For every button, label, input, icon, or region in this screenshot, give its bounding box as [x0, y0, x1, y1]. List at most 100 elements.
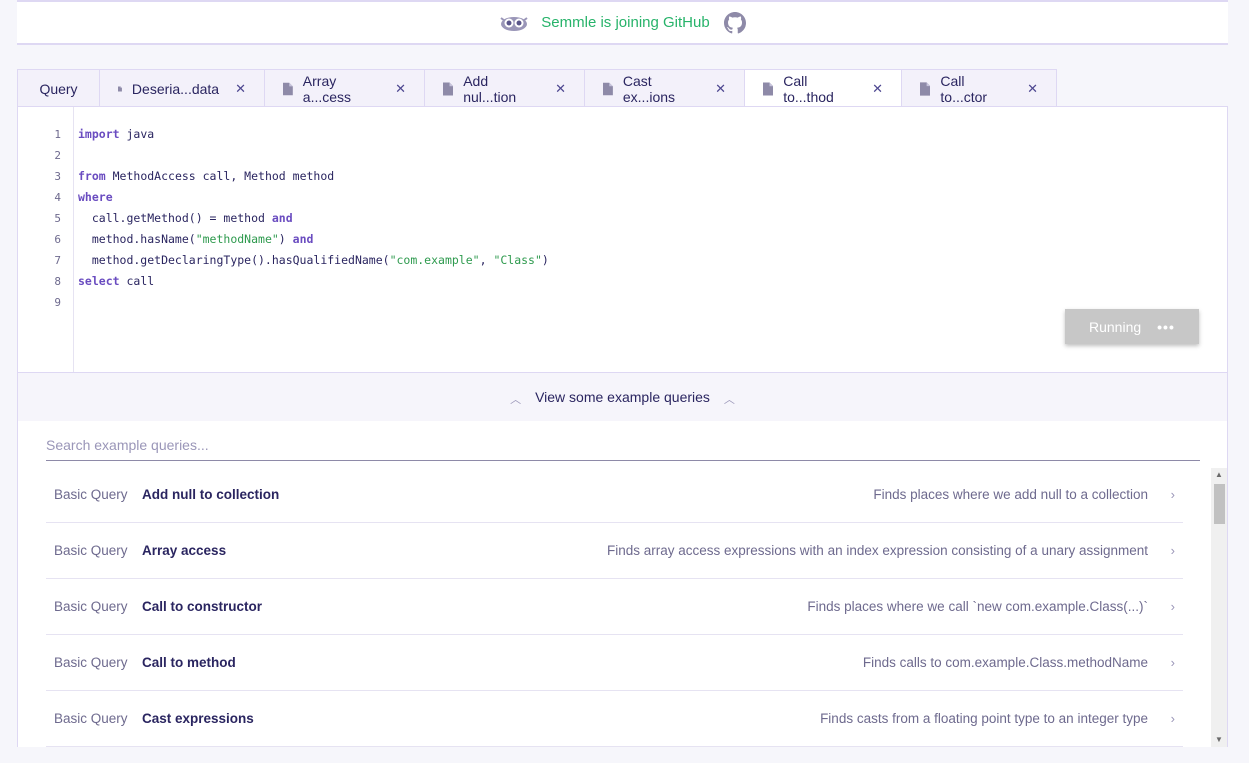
line-number: 8: [54, 275, 61, 288]
close-icon[interactable]: ✕: [715, 81, 726, 97]
banner-text[interactable]: Semmle is joining GitHub: [541, 14, 709, 31]
run-button-label: Running: [1089, 318, 1142, 335]
close-icon[interactable]: ✕: [395, 81, 406, 97]
github-icon[interactable]: [723, 11, 746, 34]
chevron-right-icon: ›: [1170, 655, 1175, 670]
close-icon[interactable]: ✕: [1027, 81, 1038, 97]
code-line[interactable]: method.hasName("methodName") and: [78, 232, 314, 246]
code-text: ): [541, 253, 549, 267]
example-query-row[interactable]: Basic Query Cast expressions Finds casts f…: [46, 691, 1183, 747]
tab-label: Call to...ctor: [940, 72, 988, 105]
code-line[interactable]: method.getDeclaringType().hasQualifiedNa…: [78, 253, 549, 267]
code-editor[interactable]: 1 2 3 4 5 6 7 8 9 import java from MethodAccess c…: [17, 106, 1228, 373]
scrollbar[interactable]: ▲ ▼: [1211, 468, 1227, 747]
code-keyword: where: [78, 190, 113, 204]
chevron-right-icon: ›: [1170, 487, 1175, 502]
tab-label: Query: [39, 80, 78, 97]
code-keyword: and: [292, 232, 314, 246]
code-keyword: from: [78, 169, 106, 183]
query-description: Finds places where we add null to a coll…: [873, 487, 1148, 502]
code-line[interactable]: where: [78, 190, 113, 204]
example-query-list: Basic Query Add null to collection Finds p…: [46, 467, 1183, 747]
query-name: Call to method: [142, 655, 236, 670]
tab-label: Add nul...tion: [463, 72, 517, 105]
example-queries-panel: ︿ View some example queries ︿ Search exa…: [17, 373, 1228, 747]
example-query-row[interactable]: Basic Query Call to constructor Finds plac…: [46, 579, 1183, 635]
file-icon: [763, 82, 774, 96]
loading-dots-icon: •••: [1157, 318, 1175, 335]
tab-label: Cast ex...ions: [622, 72, 676, 105]
tab-1[interactable]: Deseria...data ✕: [99, 69, 265, 107]
tab-query[interactable]: Query: [17, 69, 100, 107]
code-text: java: [119, 127, 155, 141]
line-number: 4: [54, 191, 61, 204]
tab-6[interactable]: Call to...ctor ✕: [901, 69, 1057, 107]
chevron-up-icon: ︿: [510, 394, 522, 406]
line-number: 9: [54, 296, 61, 309]
code-text: call.getMethod() = method: [78, 211, 272, 225]
example-query-row[interactable]: Basic Query Array access Finds array acces…: [46, 523, 1183, 579]
line-number-gutter: 1 2 3 4 5 6 7 8 9: [18, 107, 74, 372]
query-name: Array access: [142, 543, 227, 558]
chevron-up-icon: ︿: [723, 394, 735, 406]
close-icon[interactable]: ✕: [872, 81, 883, 97]
example-queries-body: Search example queries... Basic Query Add…: [18, 421, 1227, 747]
example-query-row[interactable]: Basic Query Add null to collection Finds p…: [46, 467, 1183, 523]
file-icon: [443, 81, 454, 96]
code-text: ,: [479, 253, 494, 267]
code-keyword: import: [78, 127, 120, 141]
file-icon: [283, 82, 293, 95]
tab-5[interactable]: Call to...thod ✕: [744, 69, 902, 112]
line-number: 5: [54, 212, 61, 225]
tab-label: Deseria...data: [131, 80, 220, 97]
query-description: Finds array access expressions with an i…: [606, 543, 1148, 558]
line-number: 7: [54, 254, 61, 267]
line-number: 1: [54, 128, 61, 141]
scroll-up-icon[interactable]: ▲: [1211, 468, 1227, 482]
code-text: method.getDeclaringType().hasQualifiedNa…: [78, 253, 390, 267]
tab-label: Call to...thod: [783, 73, 834, 105]
line-number: 3: [54, 170, 61, 183]
tab-3[interactable]: Add nul...tion ✕: [424, 69, 585, 107]
line-number: 6: [54, 233, 61, 246]
search-example-input[interactable]: Search example queries...: [46, 429, 1200, 461]
scroll-thumb[interactable]: [1214, 484, 1225, 524]
code-string: "methodName": [195, 232, 279, 246]
chevron-right-icon: ›: [1170, 543, 1175, 558]
code-line[interactable]: select call: [78, 274, 154, 288]
close-icon[interactable]: ✕: [555, 81, 566, 97]
code-line[interactable]: from MethodAccess call, Method method: [78, 169, 334, 183]
line-number: 2: [54, 149, 61, 162]
tab-2[interactable]: Array a...cess ✕: [264, 69, 425, 107]
tab-4[interactable]: Cast ex...ions ✕: [584, 69, 745, 107]
code-line[interactable]: call.getMethod() = method and: [78, 211, 293, 225]
query-name: Cast expressions: [142, 711, 254, 726]
code-string: "com.example": [389, 253, 480, 267]
query-name: Call to constructor: [142, 599, 263, 614]
code-keyword: and: [271, 211, 293, 225]
query-category: Basic Query: [54, 655, 128, 670]
owl-icon: [500, 16, 528, 31]
file-icon: [603, 82, 613, 95]
chevron-right-icon: ›: [1170, 711, 1175, 726]
announcement-banner[interactable]: Semmle is joining GitHub: [17, 0, 1228, 45]
example-queries-toggle[interactable]: ︿ View some example queries ︿: [18, 373, 1227, 421]
query-name: Add null to collection: [142, 487, 280, 502]
code-text: ): [278, 232, 293, 246]
run-button[interactable]: Running •••: [1065, 309, 1199, 344]
query-tabs: Query Deseria...data ✕ Array a...cess ✕ Add n…: [17, 69, 1057, 112]
chevron-right-icon: ›: [1170, 599, 1175, 614]
code-text: method.hasName(: [78, 232, 196, 246]
example-query-row[interactable]: Basic Query Call to method Finds calls to …: [46, 635, 1183, 691]
tab-label: Array a...cess: [302, 72, 352, 105]
query-description: Finds places where we call `new com.exam…: [807, 599, 1148, 614]
file-icon: [920, 81, 931, 96]
query-description: Finds casts from a floating point type t…: [820, 711, 1148, 726]
code-keyword: select: [78, 274, 120, 288]
scroll-down-icon[interactable]: ▼: [1211, 733, 1227, 747]
close-icon[interactable]: ✕: [235, 81, 246, 97]
example-queries-label: View some example queries: [535, 389, 710, 405]
query-category: Basic Query: [54, 599, 128, 614]
query-category: Basic Query: [54, 711, 128, 726]
code-line[interactable]: import java: [78, 127, 154, 141]
